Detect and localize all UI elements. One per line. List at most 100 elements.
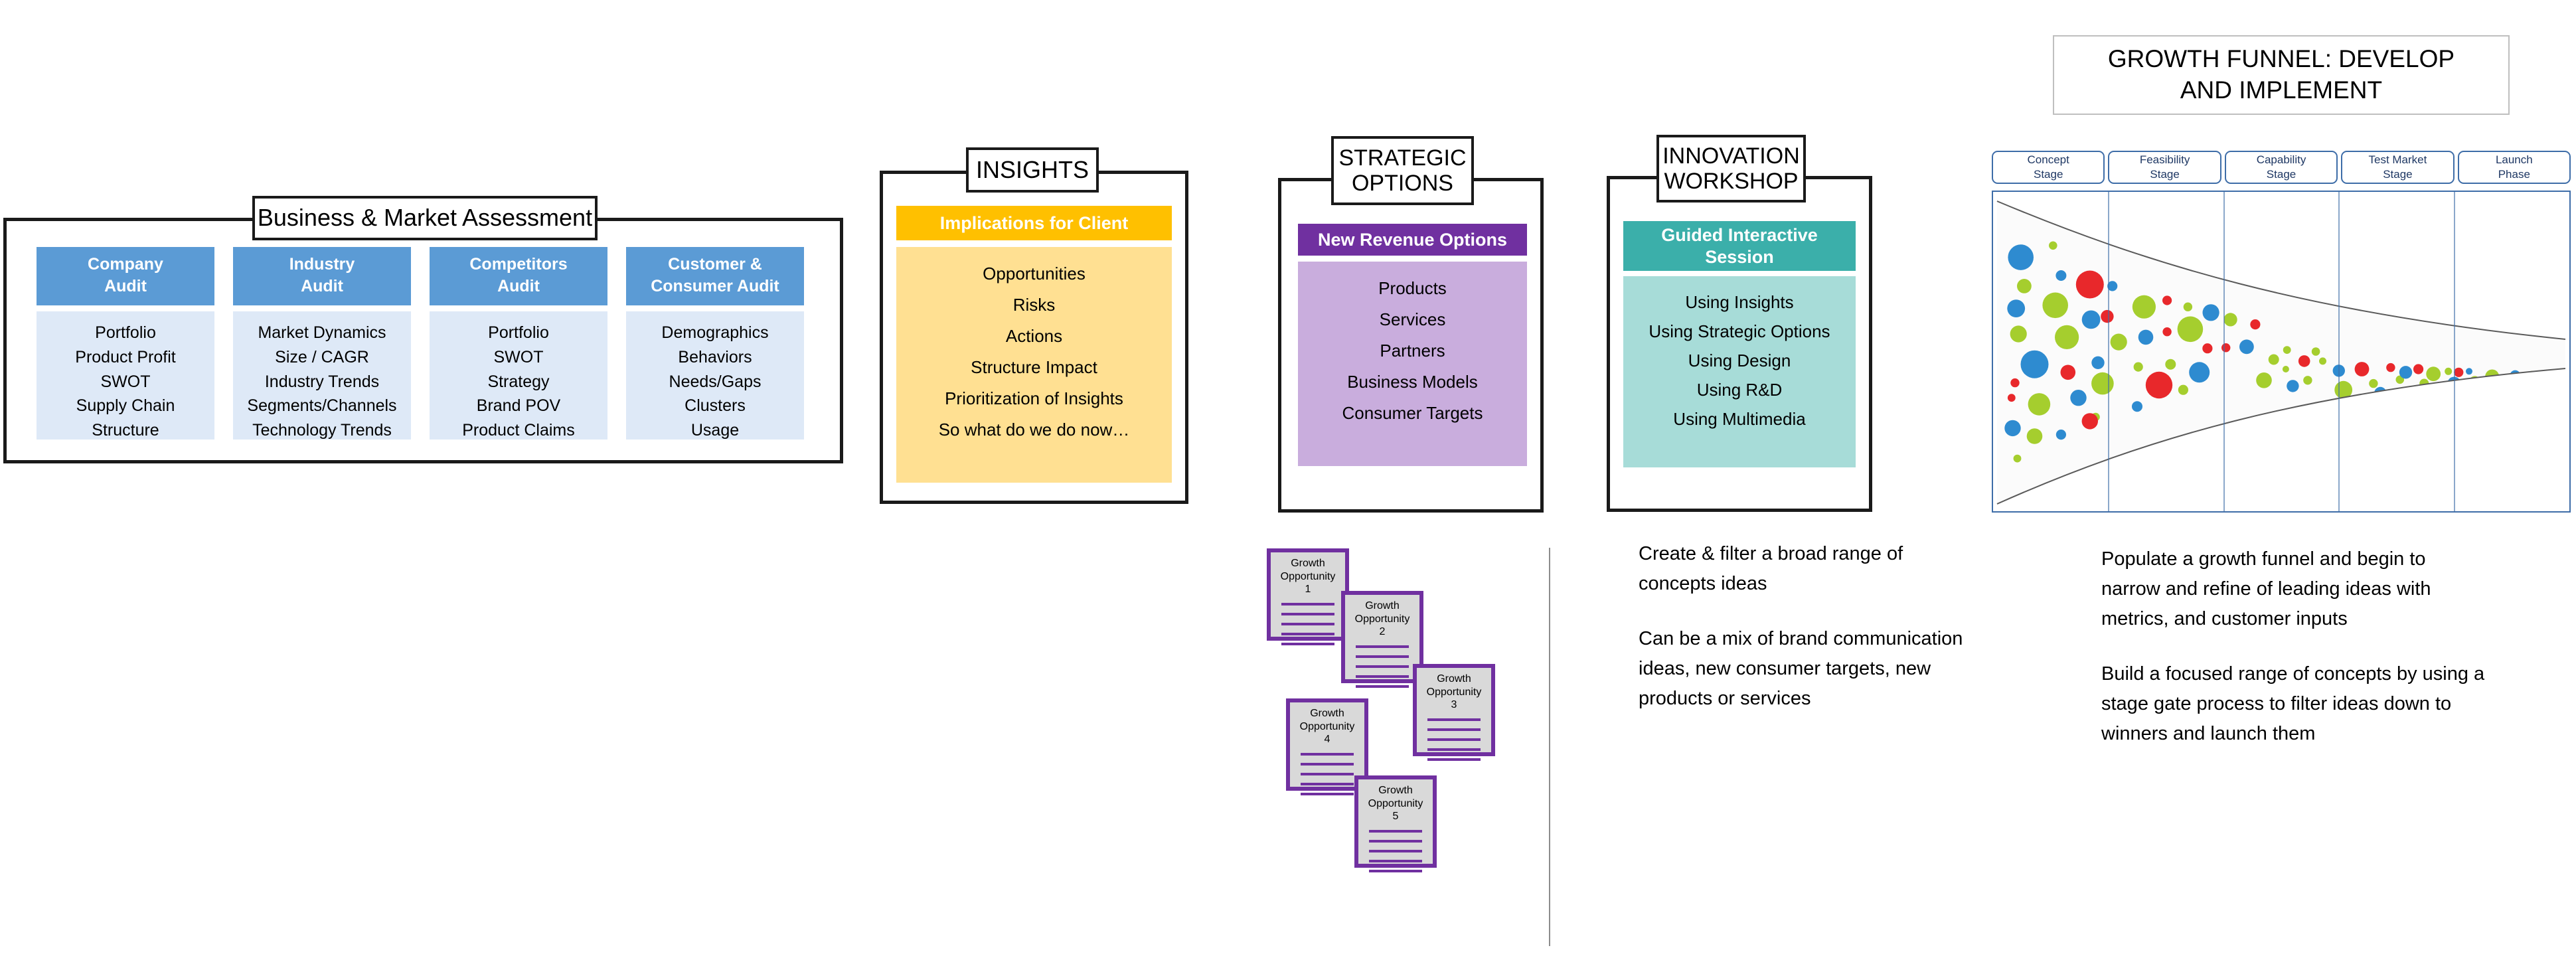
bubble-green: [2177, 316, 2204, 343]
list-item: Services: [1379, 309, 1446, 329]
list-item: Clusters: [684, 396, 746, 416]
bubble-green: [2049, 241, 2057, 250]
bubble-green: [2369, 378, 2378, 388]
bubble-red: [2354, 362, 2370, 376]
bubble-red: [2101, 309, 2114, 323]
bubble-red: [2075, 270, 2104, 299]
funnel-bubble-chart: [1996, 192, 2566, 511]
bubble-red: [2298, 355, 2310, 367]
card-lines: [1417, 718, 1491, 761]
bubble-red: [2060, 364, 2076, 380]
audit-column-company: Company Audit Portfolio Product Profit S…: [37, 247, 214, 440]
stage-label-line1: Capability: [2256, 153, 2306, 167]
growth-opportunity-card: Growth Opportunity 2: [1341, 591, 1423, 688]
stage-test-market[interactable]: Test Market Stage: [2341, 151, 2455, 184]
card-title-line1: Growth: [1437, 673, 1471, 685]
paragraph: Create & filter a broad range of concept…: [1639, 543, 1903, 594]
audit-column-competitors: Competitors Audit Portfolio SWOT Strateg…: [430, 247, 607, 440]
audit-header-line1: Customer &: [668, 254, 762, 274]
stage-label-line1: Launch: [2495, 153, 2533, 167]
stage-capability[interactable]: Capability Stage: [2224, 151, 2338, 184]
innovation-workshop-header-line1: Guided Interactive: [1661, 225, 1818, 246]
bubble-green: [2055, 325, 2079, 349]
list-item: Using Insights: [1685, 292, 1794, 312]
list-item: SWOT: [493, 347, 544, 366]
growth-funnel-title-line1: GROWTH FUNNEL: DEVELOP: [2107, 45, 2455, 73]
growth-funnel-title: GROWTH FUNNEL: DEVELOP AND IMPLEMENT: [2053, 35, 2510, 115]
bubble-green: [2028, 393, 2051, 416]
paragraph: Populate a growth funnel and begin to na…: [2101, 548, 2431, 629]
bubble-blue: [2510, 370, 2521, 381]
audit-header-line1: Company: [88, 254, 163, 274]
paragraph: Can be a mix of brand communication idea…: [1639, 627, 1963, 709]
card-lines: [1271, 602, 1345, 645]
bubble-green: [2026, 428, 2043, 444]
audit-column-company-items: Portfolio Product Profit SWOT Supply Cha…: [37, 311, 214, 440]
bubble-green: [2183, 302, 2193, 311]
bubble-red: [2221, 343, 2231, 353]
bubble-green: [2319, 357, 2326, 365]
strategic-options-header: New Revenue Options: [1298, 224, 1527, 256]
list-item: Behaviors: [678, 347, 752, 366]
insights-title: INSIGHTS: [966, 147, 1099, 193]
card-title-line1: Growth: [1291, 558, 1325, 569]
bubble-green: [2017, 279, 2032, 293]
bubble-green: [2042, 292, 2068, 319]
growth-funnel-stage-bar: Concept Stage Feasibility Stage Capabili…: [1992, 151, 2571, 184]
card-title-line2: Opportunity: [1354, 613, 1410, 625]
bubble-blue: [2132, 401, 2142, 412]
bubble-green: [2311, 347, 2320, 356]
bubble-red: [2007, 394, 2016, 402]
growth-opportunity-card: Growth Opportunity 3: [1413, 664, 1495, 761]
audit-header-line1: Competitors: [469, 254, 568, 274]
strategic-options-items: Products Services Partners Business Mode…: [1298, 262, 1527, 466]
bubble-green: [2445, 367, 2453, 375]
funnel-shape: [1997, 201, 2565, 504]
audit-column-customer-consumer-items: Demographics Behaviors Needs/Gaps Cluste…: [626, 311, 804, 440]
list-item: Using Design: [1688, 351, 1791, 370]
bubble-green: [2282, 366, 2289, 372]
bubble-red: [2454, 367, 2464, 377]
bubble-blue: [2239, 339, 2254, 355]
audit-header-line2: Consumer Audit: [651, 277, 779, 295]
card-number: 3: [1451, 699, 1457, 711]
stage-launch-phase[interactable]: Launch Phase: [2457, 151, 2571, 184]
stage-feasibility[interactable]: Feasibility Stage: [2108, 151, 2221, 184]
list-item: Supply Chain: [76, 396, 175, 416]
stage-concept[interactable]: Concept Stage: [1992, 151, 2105, 184]
bubble-green: [2110, 333, 2127, 351]
innovation-workshop-header: Guided Interactive Session: [1623, 221, 1856, 271]
stage-label-line2: Stage: [2033, 168, 2063, 181]
list-item: Technology Trends: [252, 421, 392, 440]
bubble-blue: [2557, 372, 2565, 380]
audit-column-industry-header: Industry Audit: [233, 247, 411, 305]
bubble-red: [2145, 371, 2173, 399]
bubble-blue: [2138, 329, 2154, 345]
bubble-green: [2133, 362, 2143, 372]
audit-header-line2: Audit: [497, 277, 540, 295]
bubble-green: [2010, 325, 2027, 343]
audit-header-line1: Industry: [289, 254, 355, 274]
innovation-workshop-items: Using Insights Using Strategic Options U…: [1623, 276, 1856, 467]
list-item: Product Claims: [462, 421, 575, 440]
bubble-green: [2132, 295, 2156, 319]
stage-label-line1: Concept: [2027, 153, 2069, 167]
innovation-workshop-title-line2: WORKSHOP: [1664, 169, 1799, 194]
stage-label-line2: Stage: [2383, 168, 2413, 181]
stage-label-line2: Phase: [2498, 168, 2530, 181]
list-item: SWOT: [100, 372, 151, 391]
card-lines: [1345, 645, 1419, 688]
list-item: Segments/Channels: [247, 396, 397, 416]
bubble-blue: [2447, 376, 2461, 390]
card-title-line1: Growth: [1310, 708, 1344, 719]
list-item: Usage: [690, 421, 740, 440]
audit-column-competitors-items: Portfolio SWOT Strategy Brand POV Produc…: [430, 311, 607, 440]
innovation-workshop-title-line1: INNOVATION: [1662, 143, 1800, 169]
list-item: Market Dynamics: [258, 323, 386, 342]
list-item: Needs/Gaps: [669, 372, 762, 391]
list-item: Strategy: [487, 372, 550, 391]
card-title-line1: Growth: [1378, 785, 1413, 796]
insights-items: Opportunities Risks Actions Structure Im…: [896, 247, 1172, 483]
bubble-green: [2165, 359, 2176, 370]
bubble-blue: [2202, 304, 2219, 321]
